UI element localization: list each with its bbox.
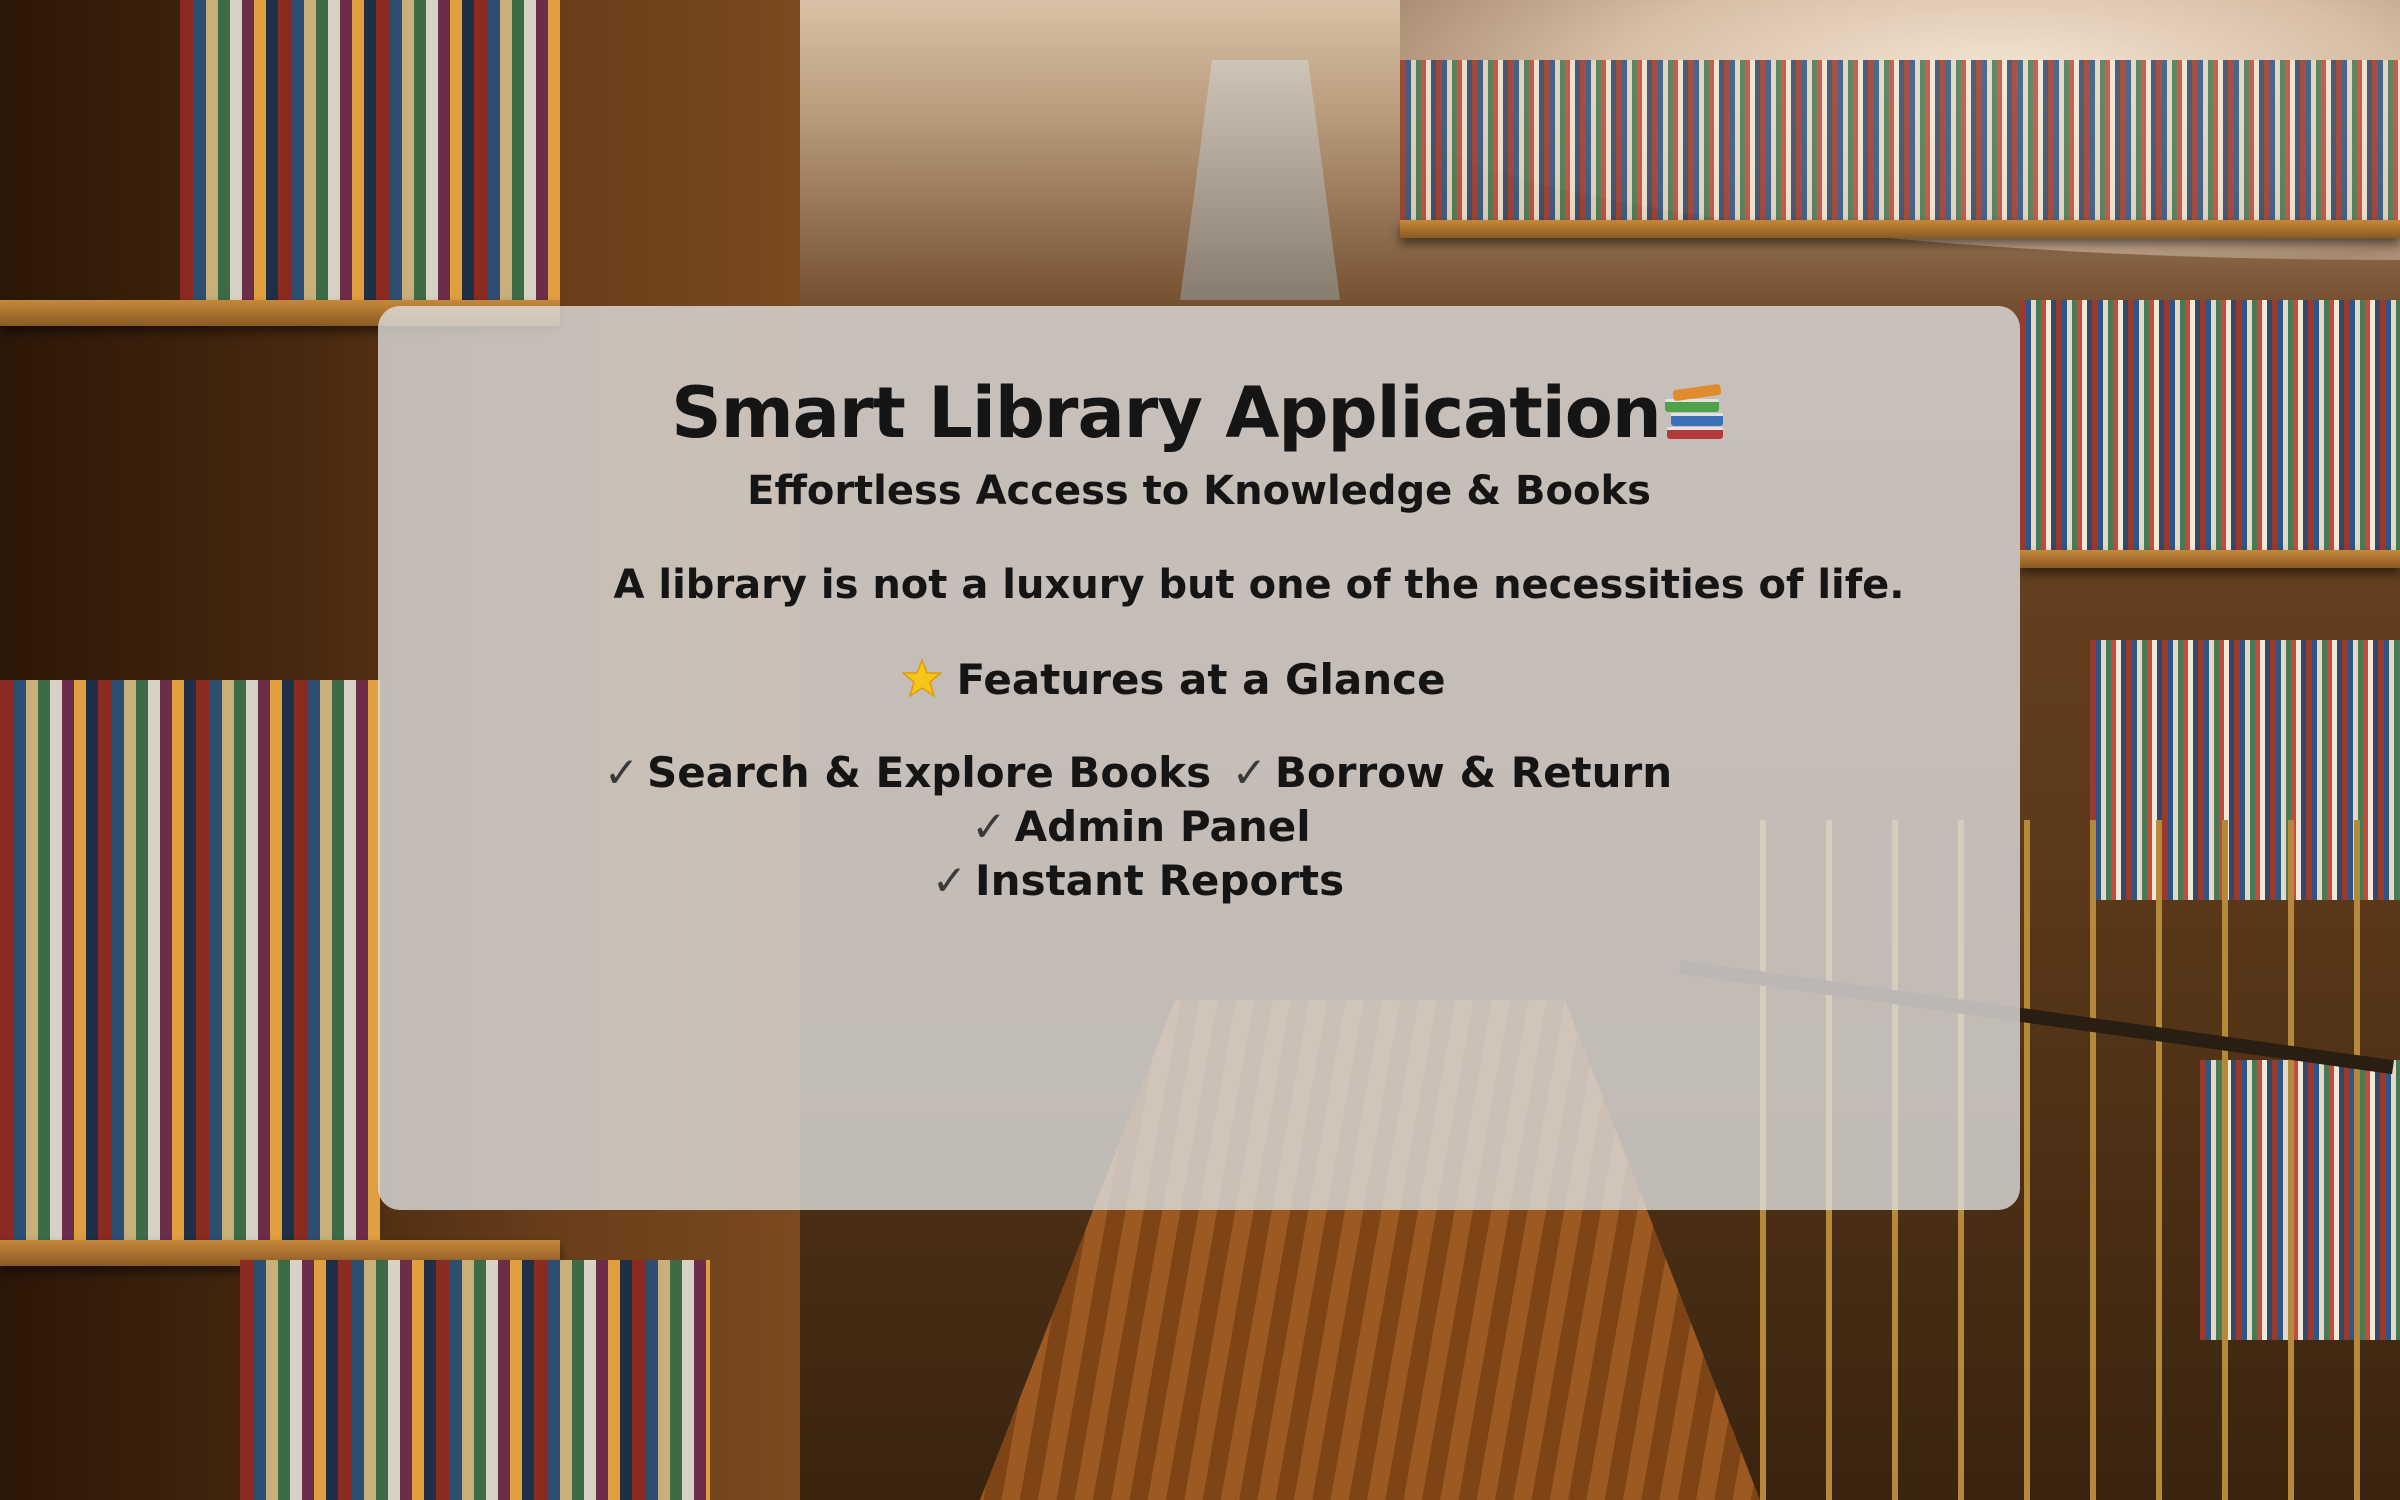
hero-card: Smart Library Application Effortless Acc… — [378, 306, 2020, 1210]
gallery-ledge — [2020, 550, 2400, 568]
gallery-books — [1400, 60, 2400, 220]
page-subtitle: Effortless Access to Knowledge & Books — [747, 468, 1651, 514]
feature-label: Borrow & Return — [1274, 748, 1673, 797]
bookshelf-books — [180, 0, 560, 300]
check-icon: ✓ — [1231, 748, 1267, 797]
features-heading-text: Features at a Glance — [956, 655, 1446, 704]
gallery-books — [2020, 300, 2400, 550]
ceiling-lamp — [1180, 60, 1340, 300]
check-icon: ✓ — [931, 856, 968, 905]
bookshelf-books — [0, 680, 380, 1240]
library-quote: A library is not a luxury but one of the… — [613, 562, 1905, 608]
books-icon — [1664, 384, 1723, 439]
feature-label: Instant Reports — [975, 856, 1345, 905]
feature-label: Search & Explore Books — [647, 748, 1212, 797]
features-heading: Features at a Glance — [378, 652, 2020, 708]
check-icon: ✓ — [603, 748, 640, 797]
page-title-text: Smart Library Application — [671, 372, 1661, 454]
star-icon — [902, 658, 943, 698]
feature-list: ✓ Search & Explore Books ✓ Borrow & Return… — [538, 746, 1738, 908]
bookshelf-books — [240, 1260, 710, 1500]
feature-item-search: ✓ Search & Explore Books — [604, 748, 1211, 797]
feature-item-reports: ✓ Instant Reports — [932, 856, 1344, 905]
feature-label: Admin Panel — [1014, 802, 1311, 851]
feature-item-admin: ✓ Admin Panel — [971, 802, 1310, 851]
check-icon: ✓ — [971, 802, 1007, 851]
page-title: Smart Library Application — [378, 368, 2020, 458]
feature-item-borrow: ✓ Borrow & Return — [1232, 748, 1672, 797]
gallery-ledge — [1400, 220, 2400, 238]
